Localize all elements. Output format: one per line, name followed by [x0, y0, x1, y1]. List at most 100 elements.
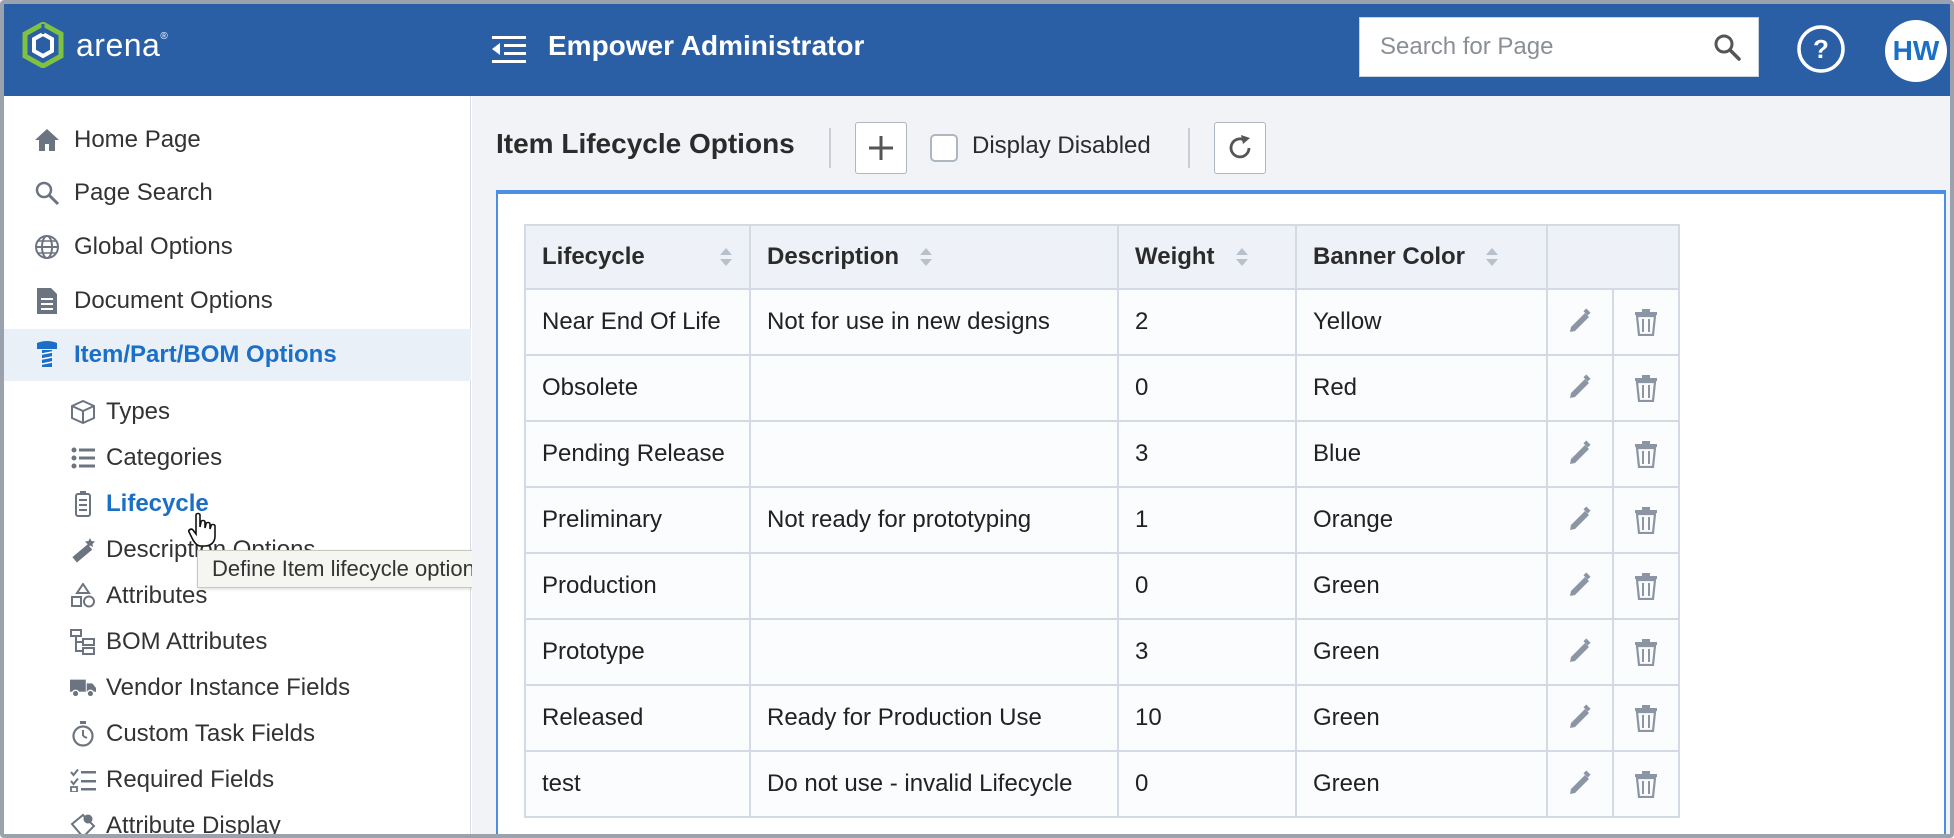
sidebar-subitem-custom-task-fields[interactable]: Custom Task Fields	[4, 712, 471, 756]
refresh-icon	[1229, 135, 1251, 159]
cell-lifecycle: Preliminary	[524, 486, 751, 554]
column-header-lifecycle[interactable]: Lifecycle	[524, 224, 751, 290]
sidebar-subitem-types[interactable]: Types	[4, 390, 471, 434]
main-content: Item Lifecycle Options Display Disabled …	[472, 96, 1950, 834]
column-header-actions	[1546, 224, 1680, 290]
sidebar-subitem-required-fields[interactable]: Required Fields	[4, 758, 471, 802]
cell-lifecycle: test	[524, 750, 751, 818]
refresh-button[interactable]	[1214, 122, 1266, 174]
lifecycle-tooltip: Define Item lifecycle options	[197, 550, 501, 588]
cell-description	[749, 420, 1119, 488]
trash-icon	[1635, 441, 1657, 468]
trash-icon	[1635, 309, 1657, 336]
cell-lifecycle: Production	[524, 552, 751, 620]
sidebar-item-global-options[interactable]: Global Options	[4, 221, 471, 273]
edit-button[interactable]	[1546, 618, 1614, 686]
cell-weight: 2	[1117, 288, 1297, 356]
sidebar-subitem-label: Attribute Display	[106, 812, 281, 838]
cell-banner-color: Blue	[1295, 420, 1548, 488]
delete-button[interactable]	[1612, 552, 1680, 620]
cell-banner-color: Green	[1295, 552, 1548, 620]
edit-button[interactable]	[1546, 288, 1614, 356]
edit-button[interactable]	[1546, 684, 1614, 752]
column-header-weight[interactable]: Weight	[1117, 224, 1297, 290]
pencil-icon	[1570, 572, 1591, 596]
shapes-icon	[70, 583, 96, 609]
arena-logo[interactable]: arena®	[22, 22, 168, 68]
sidebar-item-item-part-bom-options[interactable]: Item/Part/BOM Options	[4, 329, 471, 381]
cell-weight: 3	[1117, 420, 1297, 488]
sidebar-subitem-attribute-display[interactable]: Attribute Display	[4, 804, 471, 838]
cell-banner-color: Orange	[1295, 486, 1548, 554]
page-search-box[interactable]	[1359, 17, 1759, 77]
delete-button[interactable]	[1612, 354, 1680, 422]
delete-button[interactable]	[1612, 750, 1680, 818]
arena-logo-icon	[22, 22, 64, 68]
cell-description	[749, 552, 1119, 620]
sort-icon[interactable]	[1485, 246, 1499, 268]
delete-button[interactable]	[1612, 684, 1680, 752]
sidebar-item-page-search[interactable]: Page Search	[4, 167, 471, 219]
top-bar: arena® Empower Administrator ? HW	[4, 4, 1950, 96]
trash-icon	[1635, 705, 1657, 732]
edit-button[interactable]	[1546, 420, 1614, 488]
home-icon	[32, 125, 62, 155]
search-icon[interactable]	[1712, 32, 1742, 62]
sidebar-subitem-label: Attributes	[106, 582, 208, 609]
sidebar-subitem-lifecycle[interactable]: Lifecycle	[4, 482, 471, 526]
toolbar-divider	[829, 128, 831, 168]
trash-icon	[1635, 771, 1657, 798]
cell-lifecycle: Near End Of Life	[524, 288, 751, 356]
sort-icon[interactable]	[919, 246, 933, 268]
delete-button[interactable]	[1612, 288, 1680, 356]
table-row: Pending Release 3 Blue	[524, 420, 1680, 488]
svg-text:?: ?	[1813, 34, 1829, 64]
cell-banner-color: Green	[1295, 618, 1548, 686]
sidebar-subitem-bom-attributes[interactable]: BOM Attributes	[4, 620, 471, 664]
delete-button[interactable]	[1612, 486, 1680, 554]
tree-icon	[70, 629, 96, 655]
question-circle-icon[interactable]: ?	[1796, 24, 1846, 74]
sidebar-item-label: Home Page	[74, 126, 201, 153]
sidebar-item-document-options[interactable]: Document Options	[4, 275, 471, 327]
trash-icon	[1635, 375, 1657, 402]
edit-button[interactable]	[1546, 750, 1614, 818]
display-disabled-checkbox[interactable]	[930, 134, 958, 162]
cell-weight: 0	[1117, 750, 1297, 818]
user-avatar[interactable]: HW	[1885, 20, 1947, 82]
edit-button[interactable]	[1546, 354, 1614, 422]
cell-description	[749, 618, 1119, 686]
sidebar-item-home-page[interactable]: Home Page	[4, 114, 471, 166]
cell-weight: 0	[1117, 552, 1297, 620]
display-disabled-label: Display Disabled	[972, 132, 1151, 159]
sidebar-subitem-categories[interactable]: Categories	[4, 436, 471, 480]
cell-lifecycle: Obsolete	[524, 354, 751, 422]
sidebar-item-label: Page Search	[74, 179, 213, 206]
tag-icon	[70, 813, 96, 834]
pencil-icon	[1570, 704, 1591, 728]
delete-button[interactable]	[1612, 618, 1680, 686]
app-window: arena® Empower Administrator ? HW	[0, 0, 1954, 838]
cell-weight: 1	[1117, 486, 1297, 554]
battery-icon	[70, 491, 96, 517]
table-row: Released Ready for Production Use 10 Gre…	[524, 684, 1680, 752]
page-search-input[interactable]	[1360, 18, 1700, 76]
table-row: Near End Of Life Not for use in new desi…	[524, 288, 1680, 356]
add-lifecycle-button[interactable]	[855, 122, 907, 174]
checklist-icon	[70, 767, 96, 793]
plus-icon	[869, 136, 893, 160]
sort-icon[interactable]	[719, 246, 733, 268]
sort-icon[interactable]	[1235, 246, 1249, 268]
cell-description: Do not use - invalid Lifecycle	[749, 750, 1119, 818]
edit-button[interactable]	[1546, 486, 1614, 554]
column-header-description[interactable]: Description	[749, 224, 1119, 290]
menu-collapse-icon[interactable]	[492, 34, 526, 64]
column-header-banner-color[interactable]: Banner Color	[1295, 224, 1548, 290]
cell-weight: 0	[1117, 354, 1297, 422]
edit-button[interactable]	[1546, 552, 1614, 620]
trash-icon	[1635, 507, 1657, 534]
pencil-icon	[1570, 506, 1591, 530]
sidebar-subitem-vendor-instance-fields[interactable]: Vendor Instance Fields	[4, 666, 471, 710]
sidebar: Home Page Page Search Global Options Doc…	[4, 96, 471, 838]
delete-button[interactable]	[1612, 420, 1680, 488]
